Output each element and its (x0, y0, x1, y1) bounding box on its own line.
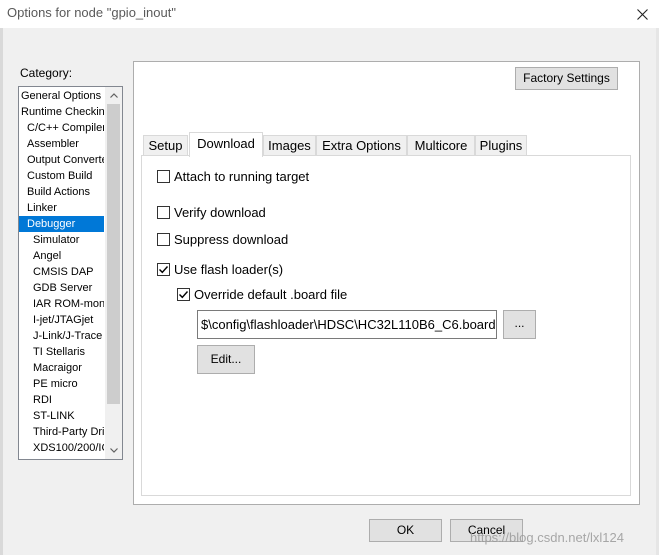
checkmark-icon (159, 265, 169, 273)
window-title: Options for node "gpio_inout" (7, 5, 176, 20)
override-board-option[interactable]: Override default .board file (177, 286, 347, 302)
board-file-input[interactable]: $\config\flashloader\HDSC\HC32L110B6_C6.… (197, 310, 497, 339)
category-item[interactable]: IAR ROM-monitor (19, 296, 104, 312)
verify-option[interactable]: Verify download (157, 204, 266, 220)
close-button[interactable] (625, 0, 659, 28)
category-item[interactable]: Custom Build (19, 168, 104, 184)
title-bar: Options for node "gpio_inout" (0, 0, 659, 28)
edit-button[interactable]: Edit... (197, 345, 255, 374)
category-item[interactable]: ST-LINK (19, 408, 104, 424)
watermark: https://blog.csdn.net/lxl124 (470, 530, 624, 545)
tab-images[interactable]: Images (263, 135, 316, 156)
category-item[interactable]: Third-Party Driver (19, 424, 104, 440)
browse-button[interactable]: ... (503, 310, 536, 339)
flash-loader-label: Use flash loader(s) (174, 261, 284, 277)
category-item[interactable]: CMSIS DAP (19, 264, 104, 280)
category-item[interactable]: Assembler (19, 136, 104, 152)
category-item[interactable]: RDI (19, 392, 104, 408)
tab-setup[interactable]: Setup (143, 135, 188, 156)
suppress-label: Suppress download (174, 231, 289, 247)
flash-loader-checkbox[interactable] (157, 262, 170, 276)
category-item[interactable]: Output Converter (19, 152, 104, 168)
category-item[interactable]: I-jet/JTAGjet (19, 312, 104, 328)
override-board-checkbox[interactable] (177, 287, 190, 301)
attach-label: Attach to running target (174, 168, 310, 184)
suppress-checkbox[interactable] (157, 232, 170, 246)
factory-settings-button[interactable]: Factory Settings (515, 67, 618, 90)
verify-label: Verify download (174, 204, 266, 220)
category-item[interactable]: Build Actions (19, 184, 104, 200)
ok-button[interactable]: OK (369, 519, 442, 542)
category-item[interactable]: C/C++ Compiler (19, 120, 104, 136)
category-item[interactable]: J-Link/J-Trace (19, 328, 104, 344)
category-item[interactable]: Debugger (19, 216, 104, 232)
category-item[interactable]: TI Stellaris (19, 344, 104, 360)
category-items: General Options Runtime Checking C/C++ Com… (19, 88, 104, 456)
attach-option[interactable]: Attach to running target (157, 168, 309, 184)
category-item[interactable]: Runtime Checking (19, 104, 104, 120)
suppress-option[interactable]: Suppress download (157, 231, 288, 247)
options-dialog: Options for node "gpio_inout" Category: … (0, 0, 659, 555)
attach-checkbox[interactable] (157, 169, 170, 183)
category-item[interactable]: Angel (19, 248, 104, 264)
scroll-up-button[interactable] (105, 87, 122, 104)
left-border (0, 28, 3, 555)
category-item[interactable]: Macraigor (19, 360, 104, 376)
close-icon (636, 8, 648, 20)
checkmark-icon (179, 290, 189, 298)
category-scrollbar[interactable] (105, 87, 122, 459)
tab-multicore[interactable]: Multicore (407, 135, 475, 156)
flash-loader-option[interactable]: Use flash loader(s) (157, 261, 283, 277)
category-item[interactable]: XDS100/200/ICDI (19, 440, 104, 456)
scrollbar-thumb[interactable] (107, 104, 120, 404)
chevron-up-icon (109, 93, 118, 98)
chevron-down-icon (109, 448, 118, 453)
verify-checkbox[interactable] (157, 205, 170, 219)
category-item[interactable]: Simulator (19, 232, 104, 248)
category-label: Category: (20, 66, 73, 80)
scroll-down-button[interactable] (105, 442, 122, 459)
category-item[interactable]: General Options (19, 88, 104, 104)
category-item[interactable]: Linker (19, 200, 104, 216)
tab-download[interactable]: Download (189, 132, 263, 157)
category-list[interactable]: General Options Runtime Checking C/C++ Com… (18, 86, 123, 460)
category-item[interactable]: GDB Server (19, 280, 104, 296)
tab-extra-options[interactable]: Extra Options (316, 135, 407, 156)
category-item[interactable]: PE micro (19, 376, 104, 392)
tab-plugins[interactable]: Plugins (475, 135, 527, 156)
override-board-label: Override default .board file (194, 286, 348, 302)
